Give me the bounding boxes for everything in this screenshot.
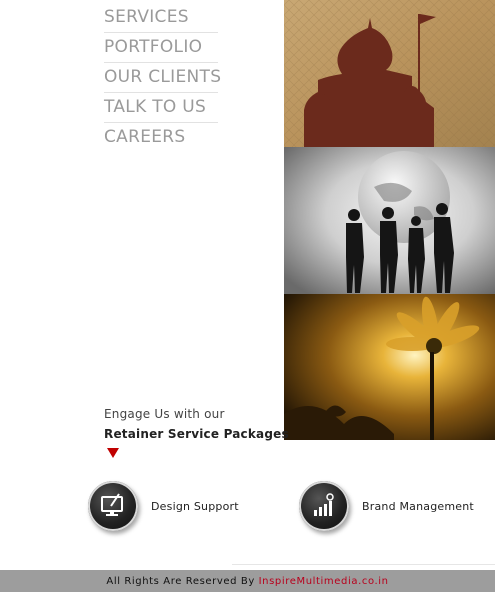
design-monitor-icon bbox=[88, 481, 138, 531]
palace-image bbox=[284, 0, 495, 147]
flower-image bbox=[284, 294, 495, 440]
service-brand-management[interactable]: Brand Management bbox=[299, 481, 474, 531]
nav-item-portfolio[interactable]: PORTFOLIO bbox=[104, 33, 218, 63]
retainer-packages-link[interactable]: Retainer Service Packages bbox=[104, 427, 289, 441]
footer-divider bbox=[232, 564, 495, 565]
nav-item-services[interactable]: SERVICES bbox=[104, 3, 218, 33]
promo-intro-text: Engage Us with our bbox=[104, 407, 225, 421]
main-nav: SERVICES PORTFOLIO OUR CLIENTS TALK TO U… bbox=[104, 3, 221, 152]
business-team-image bbox=[284, 147, 495, 294]
service-design-support[interactable]: Design Support bbox=[88, 481, 239, 531]
brand-growth-icon bbox=[299, 481, 349, 531]
footer: All Rights Are Reserved By InspireMultim… bbox=[0, 570, 495, 592]
nav-item-our-clients[interactable]: OUR CLIENTS bbox=[104, 63, 221, 93]
company-link[interactable]: InspireMultimedia.co.in bbox=[259, 576, 389, 587]
service-label: Design Support bbox=[151, 499, 239, 513]
copyright-text: All Rights Are Reserved By bbox=[106, 576, 255, 587]
retainer-promo: Engage Us with our Retainer Service Pack… bbox=[104, 407, 289, 441]
service-label: Brand Management bbox=[362, 499, 474, 513]
down-arrow-icon bbox=[107, 448, 119, 458]
nav-item-talk-to-us[interactable]: TALK TO US bbox=[104, 93, 218, 123]
nav-item-careers[interactable]: CAREERS bbox=[104, 123, 218, 152]
photo-strip bbox=[284, 0, 495, 440]
